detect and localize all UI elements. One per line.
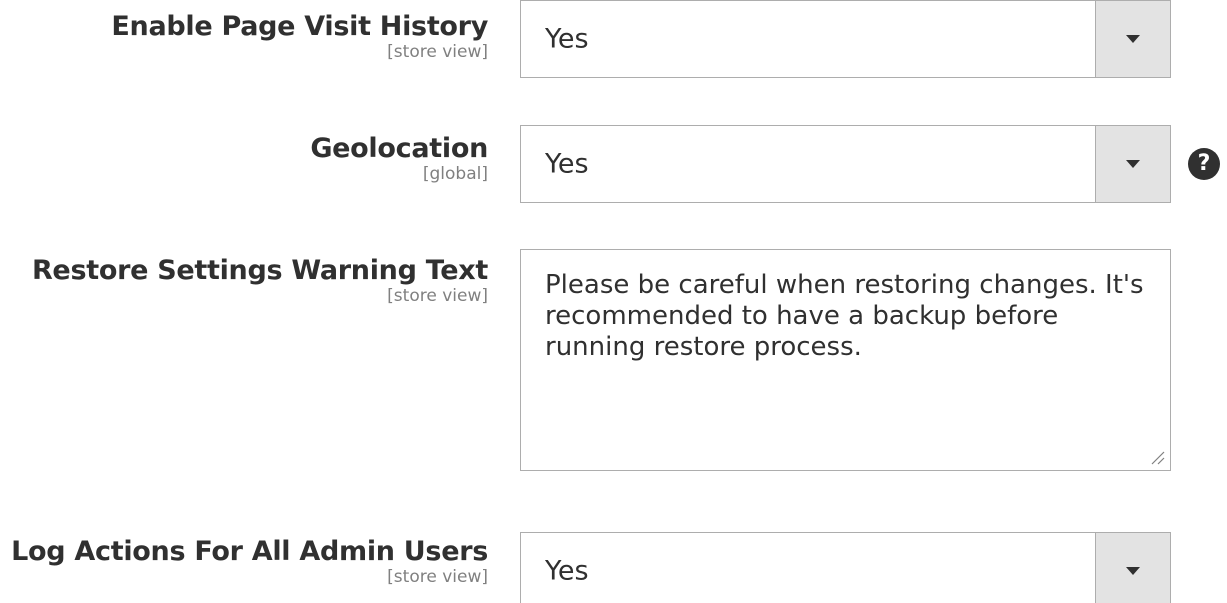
chevron-down-icon: [1126, 35, 1140, 43]
select-value: Yes: [545, 148, 589, 180]
restore-warning-textarea[interactable]: Please be careful when restoring changes…: [520, 249, 1171, 471]
field-label: Geolocation: [310, 133, 488, 164]
field-scope: [store view]: [387, 286, 488, 306]
geolocation-select[interactable]: Yes: [520, 125, 1171, 203]
select-toggle[interactable]: [1095, 1, 1170, 77]
field-label-group: Geolocation [global]: [0, 132, 488, 184]
field-scope: [store view]: [387, 42, 488, 62]
select-value: Yes: [545, 555, 589, 587]
resize-grip-icon[interactable]: [1149, 449, 1165, 465]
field-scope: [global]: [422, 164, 488, 184]
enable-page-visit-history-select[interactable]: Yes: [520, 0, 1171, 78]
field-label-group: Log Actions For All Admin Users [store v…: [0, 535, 488, 587]
field-label-group: Restore Settings Warning Text [store vie…: [0, 254, 488, 306]
config-form: Enable Page Visit History [store view] Y…: [0, 0, 1227, 603]
field-scope: [store view]: [387, 567, 488, 587]
log-actions-all-admin-users-select[interactable]: Yes: [520, 532, 1171, 603]
field-label: Log Actions For All Admin Users: [11, 536, 488, 567]
field-label-group: Enable Page Visit History [store view]: [0, 10, 488, 62]
select-toggle[interactable]: [1095, 533, 1170, 603]
select-toggle[interactable]: [1095, 126, 1170, 202]
chevron-down-icon: [1126, 160, 1140, 168]
chevron-down-icon: [1126, 567, 1140, 575]
select-value: Yes: [545, 23, 589, 55]
field-label: Enable Page Visit History: [111, 11, 488, 42]
field-label: Restore Settings Warning Text: [31, 255, 488, 286]
question-circle-icon[interactable]: ?: [1188, 148, 1220, 180]
